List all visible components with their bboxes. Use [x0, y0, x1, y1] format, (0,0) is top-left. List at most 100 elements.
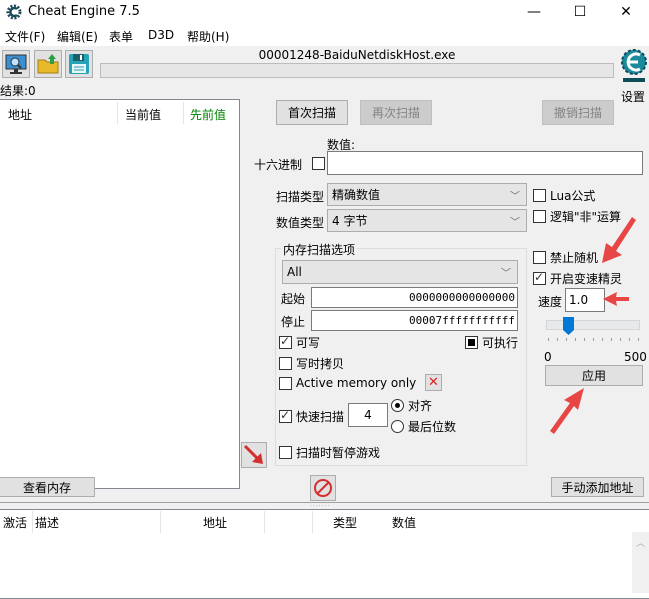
value-type-select[interactable]: 4 字节 ﹀: [327, 209, 527, 232]
speed-slider-thumb[interactable]: [562, 317, 574, 335]
floppy-disk-icon: [69, 54, 89, 74]
col-divider: [264, 511, 265, 533]
lua-formula-label: Lua公式: [550, 189, 596, 203]
slider-tick: [548, 338, 549, 341]
speed-slider-track[interactable]: [546, 320, 640, 330]
copy-on-write-checkbox[interactable]: [279, 357, 292, 370]
settings-label[interactable]: 设置: [621, 88, 645, 105]
executable-option[interactable]: 可执行: [465, 334, 518, 351]
col-divider: [160, 511, 161, 533]
writable-checkbox[interactable]: [279, 334, 292, 349]
chevron-down-icon: ﹀: [501, 268, 511, 280]
alignment-label: 对齐: [408, 399, 433, 413]
pause-game-option[interactable]: 扫描时暂停游戏: [279, 444, 380, 461]
fast-scan-option[interactable]: 快速扫描: [279, 408, 344, 425]
apply-button[interactable]: 应用: [545, 365, 643, 386]
menu-table[interactable]: 表单: [109, 28, 133, 45]
cheat-table[interactable]: [0, 509, 649, 599]
stop-button[interactable]: [310, 475, 336, 501]
slider-tick: [566, 338, 567, 341]
hex-checkbox[interactable]: [312, 157, 325, 170]
active-memory-label: Active memory only: [296, 376, 417, 390]
annotation-arrow-icon: [603, 292, 629, 306]
stop-address-input[interactable]: 00007fffffffffff: [311, 310, 518, 331]
cheat-engine-logo-icon: [6, 4, 22, 20]
scan-type-value: 精确数值: [332, 188, 381, 202]
copy-on-write-option[interactable]: 写时拷贝: [279, 355, 344, 372]
enable-speedhack-label: 开启变速精灵: [550, 272, 623, 286]
speed-label: 速度: [538, 295, 563, 309]
slider-tick: [593, 338, 594, 341]
folder-open-icon: [37, 54, 59, 74]
speed-slider-ticks: [548, 338, 639, 342]
slider-min-label: 0: [544, 350, 552, 364]
last-digits-radio[interactable]: [391, 420, 404, 433]
disable-random-checkbox[interactable]: [533, 251, 546, 264]
alignment-option[interactable]: 对齐: [391, 397, 432, 414]
hex-label: 十六进制: [254, 158, 303, 172]
lua-formula-option[interactable]: Lua公式: [533, 187, 595, 204]
menu-help[interactable]: 帮助(H): [187, 28, 229, 45]
settings-logo-icon[interactable]: [619, 46, 649, 90]
scroll-up-icon[interactable]: ︿: [632, 536, 649, 549]
pause-game-label: 扫描时暂停游戏: [296, 446, 381, 460]
executable-label: 可执行: [482, 336, 519, 350]
col-description[interactable]: 描述: [35, 514, 59, 531]
active-memory-option[interactable]: Active memory only: [279, 376, 416, 390]
col-type[interactable]: 类型: [333, 514, 357, 531]
view-memory-button[interactable]: 查看内存: [0, 477, 95, 497]
col-divider: [117, 102, 118, 124]
menu-d3d[interactable]: D3D: [148, 28, 174, 42]
col-value[interactable]: 数值: [392, 514, 416, 531]
slider-max-label: 500: [624, 350, 647, 364]
pause-game-checkbox[interactable]: [279, 446, 292, 459]
open-process-button[interactable]: [2, 50, 30, 78]
col-divider: [32, 511, 33, 533]
undo-scan-button[interactable]: 撤销扫描: [542, 100, 614, 125]
first-scan-button[interactable]: 首次扫描: [276, 100, 348, 125]
active-memory-checkbox[interactable]: [279, 376, 292, 390]
value-input[interactable]: [327, 151, 643, 175]
results-list[interactable]: [0, 99, 240, 489]
menu-file[interactable]: 文件(F): [5, 28, 45, 45]
scan-type-label: 扫描类型: [276, 190, 325, 204]
col-address[interactable]: 地址: [8, 106, 32, 123]
enable-speedhack-option[interactable]: 开启变速精灵: [533, 270, 622, 287]
clear-button[interactable]: ✕: [425, 374, 442, 391]
enable-speedhack-checkbox[interactable]: [533, 270, 546, 285]
maximize-button[interactable]: ☐: [557, 0, 603, 24]
col-address[interactable]: 地址: [203, 514, 227, 531]
disable-random-label: 禁止随机: [550, 251, 599, 265]
fast-scan-label: 快速扫描: [296, 410, 345, 424]
minimize-button[interactable]: —: [511, 0, 557, 24]
start-address-input[interactable]: 0000000000000000: [311, 287, 518, 308]
alignment-radio[interactable]: [391, 399, 404, 412]
col-active[interactable]: 激活: [3, 514, 27, 531]
last-digits-option[interactable]: 最后位数: [391, 418, 456, 435]
writable-option[interactable]: 可写: [279, 334, 320, 351]
vertical-scrollbar[interactable]: ︿: [632, 532, 649, 593]
add-selected-to-list-button[interactable]: [241, 442, 267, 468]
add-address-manually-button[interactable]: 手动添加地址: [551, 477, 644, 497]
fast-scan-value-input[interactable]: 4: [348, 403, 388, 427]
next-scan-button[interactable]: 再次扫描: [360, 100, 432, 125]
stop-label: 停止: [281, 315, 306, 329]
memory-region-select[interactable]: All ﹀: [282, 260, 518, 284]
col-previous-value[interactable]: 先前值: [190, 106, 226, 123]
speed-input[interactable]: 1.0: [565, 288, 605, 312]
save-button[interactable]: [65, 50, 93, 78]
slider-tick: [602, 338, 603, 341]
col-current-value[interactable]: 当前值: [125, 106, 161, 123]
open-file-button[interactable]: [34, 50, 62, 78]
disable-random-option[interactable]: 禁止随机: [533, 249, 598, 266]
lua-formula-checkbox[interactable]: [533, 189, 546, 202]
close-button[interactable]: ✕: [603, 0, 649, 24]
logical-not-checkbox[interactable]: [533, 210, 546, 223]
start-label: 起始: [281, 292, 306, 306]
scan-type-select[interactable]: 精确数值 ﹀: [327, 183, 527, 206]
slider-tick: [620, 338, 621, 341]
slider-tick: [638, 338, 639, 341]
executable-checkbox[interactable]: [465, 336, 478, 349]
menu-edit[interactable]: 编辑(E): [57, 28, 98, 45]
fast-scan-checkbox[interactable]: [279, 408, 292, 423]
